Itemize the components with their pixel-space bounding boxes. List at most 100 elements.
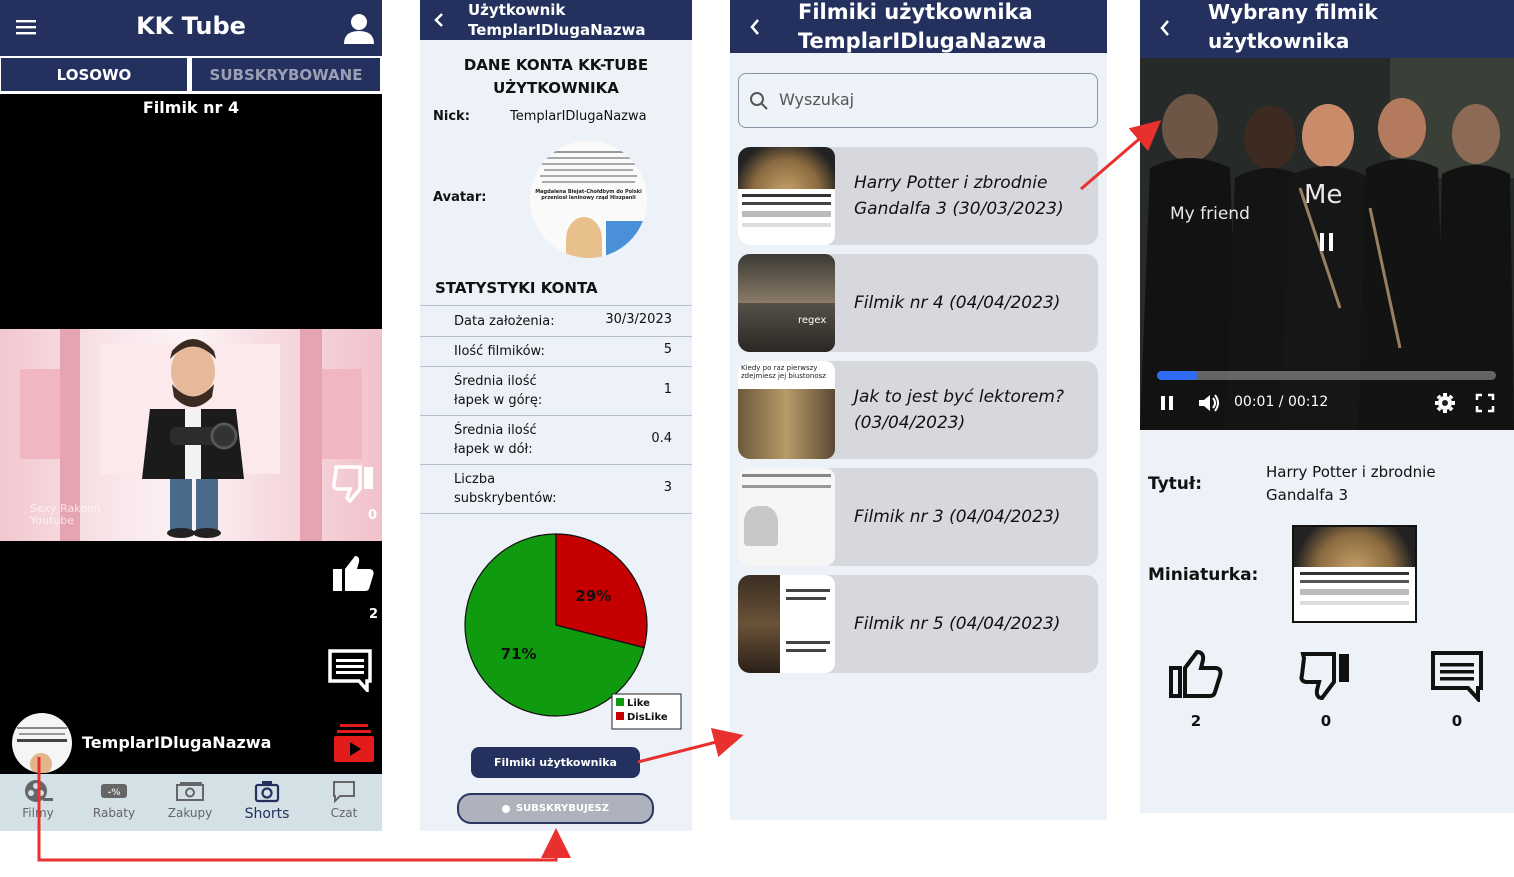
back-arrow-icon[interactable] [1158, 19, 1172, 37]
like-count: 2 [369, 607, 379, 622]
pause-icon[interactable] [1158, 393, 1178, 413]
video-list-item[interactable]: Harry Potter i zbrodnie Gandalfa 3 (30/0… [738, 147, 1098, 245]
pie-label-dislike: 29% [575, 587, 611, 605]
back-arrow-icon[interactable] [432, 12, 446, 28]
stat-value: 5 [663, 342, 672, 357]
chat-icon [333, 781, 355, 804]
stat-row-subscribers: Liczba subskrybentów: 3 [420, 464, 692, 514]
subscriptions-icon[interactable] [334, 722, 374, 762]
comment-icon[interactable] [327, 648, 373, 692]
dislike-icon[interactable] [330, 463, 378, 503]
progress-fill [1157, 371, 1198, 380]
stat-label: Ilość filmików: [454, 344, 545, 359]
videos-header: Filmiki użytkownika TemplarIDlugaNazwa [730, 0, 1107, 53]
avatar-label: Avatar: [433, 190, 487, 205]
title-value: Harry Potter i zbrodnie Gandalfa 3 [1266, 463, 1436, 504]
nav-shorts[interactable]: Shorts [229, 778, 305, 822]
video-title: Filmik nr 4 [142, 98, 240, 117]
nav-filmy[interactable]: Filmy [0, 778, 76, 820]
channel-avatar[interactable] [12, 713, 72, 773]
avatar-caption: Magdalena Biejat-Chołdbym do Polski prze… [535, 189, 642, 201]
nick-value: TemplarIDlugaNazwa [510, 109, 647, 124]
fullscreen-icon[interactable] [1475, 393, 1495, 413]
money-icon [176, 782, 204, 801]
screen-user-profile: Użytkownik TemplarIDlugaNazwa DANE KONTA… [420, 0, 692, 831]
like-icon[interactable] [330, 553, 378, 595]
nick-label: Nick: [433, 109, 470, 124]
video-title: Filmik nr 3 (04/04/2023) [854, 507, 1061, 527]
profile-header-title: Użytkownik TemplarIDlugaNazwa [468, 1, 646, 39]
stat-label: Średnia ilość łapek w dół: [454, 423, 537, 457]
back-arrow-icon[interactable] [748, 18, 762, 36]
subscribe-button[interactable]: SUBSKRYBUJESZ [457, 793, 654, 824]
video-title: Jak to jest być lektorem? (03/04/2023) [854, 387, 1064, 433]
user-profile-icon[interactable] [342, 11, 376, 45]
legend-label: Like [627, 698, 650, 709]
stats-title: STATYSTYKI KONTA [435, 279, 598, 297]
stat-row-avg-likes: Średnia ilość łapek w górę: 1 [420, 366, 692, 415]
video-title: Filmik nr 5 (04/04/2023) [854, 614, 1061, 634]
video-title: Harry Potter i zbrodnie Gandalfa 3 (30/0… [854, 173, 1064, 219]
feed-tabs: LOSOWO SUBSKRYBOWANE [0, 56, 382, 94]
stat-value: 1 [663, 382, 672, 397]
nav-rabaty[interactable]: -% Rabaty [76, 778, 152, 820]
meme-caption-me: Me [1304, 180, 1343, 210]
video-list-item[interactable]: regex Filmik nr 4 (04/04/2023) [738, 254, 1098, 352]
search-input[interactable]: Wyszukaj [738, 73, 1098, 128]
nav-rabaty-label: Rabaty [92, 806, 136, 820]
progress-track[interactable] [1157, 371, 1496, 380]
stat-label: Data założenia: [454, 314, 555, 329]
user-videos-button[interactable]: Filmiki użytkownika [471, 747, 640, 778]
video-player[interactable]: My friend Me 00:01 / 00:12 [1140, 58, 1514, 430]
video-frame[interactable]: Sexy Rakoon Youtube [0, 329, 382, 541]
camera-icon [254, 781, 280, 803]
thumb-caption: regex [738, 303, 835, 352]
nav-czat[interactable]: Czat [306, 778, 382, 820]
video-list-item[interactable]: Filmik nr 3 (04/04/2023) [738, 468, 1098, 566]
search-icon [750, 92, 768, 110]
stat-value: 30/3/2023 [605, 312, 672, 327]
stat-label: Liczba subskrybentów: [454, 472, 557, 506]
settings-gear-icon[interactable] [1434, 392, 1456, 414]
video-title: Filmik nr 4 (04/04/2023) [854, 293, 1061, 313]
video-thumbnail: Kiedy po raz pierwszy zdejmiesz jej bius… [738, 361, 835, 459]
volume-icon[interactable] [1197, 392, 1221, 414]
stat-value: 0.4 [651, 431, 672, 446]
thumbnail-label: Miniaturka: [1148, 565, 1259, 585]
check-dot-icon [501, 804, 510, 813]
profile-header: Użytkownik TemplarIDlugaNazwa [420, 0, 692, 40]
dislike-icon[interactable] [1298, 650, 1354, 702]
likes-count: 2 [1190, 712, 1202, 730]
stat-label: Średnia ilość łapek w górę: [454, 374, 543, 408]
comment-icon[interactable] [1430, 650, 1486, 702]
coupon-glyph: -% [108, 788, 121, 798]
pause-overlay-icon[interactable] [1315, 230, 1339, 254]
video-list-item[interactable]: Kiedy po raz pierwszy zdejmiesz jej bius… [738, 361, 1098, 459]
tab-subskrybowane[interactable]: SUBSKRYBOWANE [192, 58, 380, 91]
video-thumbnail: regex [738, 254, 835, 352]
bottom-navigation: Filmy -% Rabaty Zakupy Shorts Czat [0, 774, 382, 831]
app-topbar: KK Tube [0, 0, 382, 56]
dislike-count: 0 [368, 508, 378, 523]
channel-name[interactable]: TemplarIDlugaNazwa [82, 733, 271, 752]
nav-filmy-label: Filmy [22, 806, 54, 820]
nav-czat-label: Czat [330, 806, 358, 820]
screen-user-videos: Filmiki użytkownika TemplarIDlugaNazwa W… [730, 0, 1107, 820]
screen-video-detail: Wybrany filmik użytkownika TemplarIDluga… [1140, 0, 1514, 813]
like-icon[interactable] [1168, 648, 1224, 700]
legend-swatch [616, 712, 624, 720]
comments-count: 0 [1451, 712, 1463, 730]
screen-shorts: KK Tube LOSOWO SUBSKRYBOWANE Filmik nr 4 [0, 0, 382, 831]
tab-losowo[interactable]: LOSOWO [1, 58, 187, 91]
detail-header: Wybrany filmik użytkownika TemplarIDluga… [1140, 0, 1514, 82]
stat-row-avg-dislikes: Średnia ilość łapek w dół: 0.4 [420, 415, 692, 464]
nav-shorts-label: Shorts [244, 806, 290, 822]
video-list-item[interactable]: Filmik nr 5 (04/04/2023) [738, 575, 1098, 673]
nav-zakupy[interactable]: Zakupy [152, 778, 228, 820]
likes-pie-chart: 71% 29% Like DisLike [464, 533, 682, 730]
app-title: KK Tube [136, 12, 246, 40]
stat-value: 3 [663, 480, 672, 495]
thumbnail-preview [1292, 525, 1417, 623]
nav-zakupy-label: Zakupy [167, 806, 213, 820]
time-display: 00:01 / 00:12 [1234, 394, 1329, 410]
